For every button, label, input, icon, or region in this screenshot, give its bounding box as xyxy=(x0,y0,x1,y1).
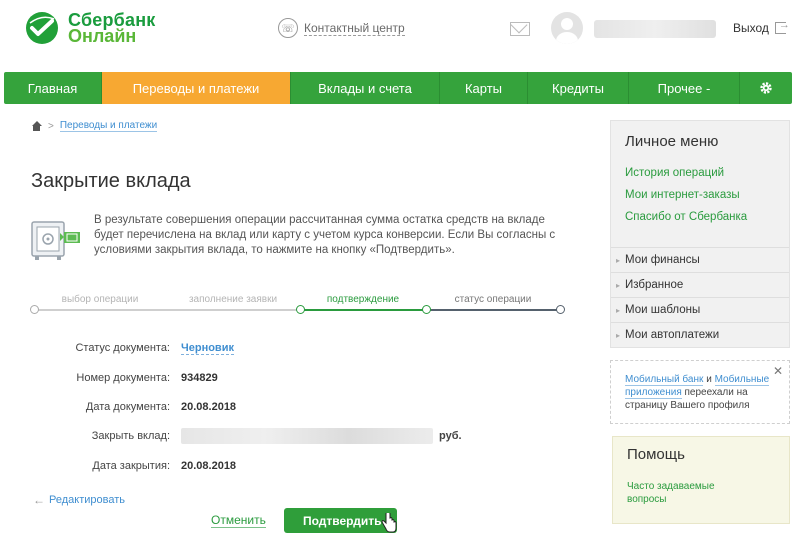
faq-link[interactable]: Часто задаваемые вопросы xyxy=(627,480,737,506)
mail-icon[interactable] xyxy=(510,22,530,36)
step-line-active xyxy=(300,309,426,311)
close-deposit-label: Закрыть вклад: xyxy=(91,430,170,442)
chevron-right-icon: ▸ xyxy=(616,255,621,265)
personal-menu-title: Личное меню xyxy=(625,133,719,150)
nav-item-main[interactable]: Главная xyxy=(4,72,102,104)
logout-button[interactable]: Выход xyxy=(733,19,790,35)
edit-link[interactable]: ← Редактировать xyxy=(33,493,125,507)
help-box: Помощь Часто задаваемые вопросы xyxy=(612,436,790,524)
mobile-bank-link[interactable]: Мобильный банк xyxy=(625,374,704,386)
link-history[interactable]: История операций xyxy=(625,167,724,179)
menu-item-favorites[interactable]: ▸ Избранное xyxy=(611,272,789,297)
step-dot-4 xyxy=(422,305,431,314)
breadcrumb-separator: > xyxy=(48,120,54,132)
nav-item-deposits[interactable]: Вклады и счета xyxy=(291,72,440,104)
notice-box: ✕ Мобильный банк и Мобильные приложения … xyxy=(610,360,790,424)
chevron-right-icon: ▸ xyxy=(616,305,621,315)
step-dot-3 xyxy=(296,305,305,314)
breadcrumb-link-transfers[interactable]: Переводы и платежи xyxy=(59,120,158,132)
logo-icon xyxy=(26,12,58,44)
arrow-left-icon: ← xyxy=(33,493,45,507)
username xyxy=(594,20,716,38)
notice-and: и xyxy=(706,374,712,385)
contact-center[interactable]: ☏ Контактный центр xyxy=(278,18,405,38)
cancel-button[interactable]: Отменить xyxy=(211,513,266,528)
chevron-right-icon: ▸ xyxy=(616,330,621,340)
confirm-label: Подтвердить xyxy=(303,513,382,528)
help-title: Помощь xyxy=(627,446,685,463)
safe-icon xyxy=(31,221,80,260)
closing-date-label: Дата закрытия: xyxy=(92,460,170,472)
nav-item-credits[interactable]: Кредиты xyxy=(528,72,629,104)
step-dot-end xyxy=(556,305,565,314)
contact-center-link[interactable]: Контактный центр xyxy=(304,21,405,36)
edit-label: Редактировать xyxy=(49,494,125,506)
date-label: Дата документа: xyxy=(85,401,170,413)
main-nav: Главная Переводы и платежи Вклады и счет… xyxy=(4,72,792,104)
logout-icon xyxy=(774,19,790,34)
step-dot-1 xyxy=(30,305,39,314)
currency-label: руб. xyxy=(439,430,462,442)
closing-date-value: 20.08.2018 xyxy=(181,460,237,472)
breadcrumb: > Переводы и платежи xyxy=(31,120,158,132)
status-value[interactable]: Черновик xyxy=(181,342,234,355)
number-value: 934829 xyxy=(181,372,218,384)
step-line-done xyxy=(34,309,300,311)
avatar-icon[interactable] xyxy=(551,12,583,44)
chevron-right-icon: ▸ xyxy=(616,280,621,290)
settings-button[interactable] xyxy=(740,72,792,104)
step-label-3: подтверждение xyxy=(326,294,400,305)
step-label-2: заполнение заявки xyxy=(188,294,278,305)
number-label: Номер документа: xyxy=(76,372,170,384)
step-label-4: статус операции xyxy=(454,294,532,305)
cursor-icon xyxy=(381,513,397,533)
phone-icon: ☏ xyxy=(278,18,298,38)
menu-item-finances[interactable]: ▸ Мои финансы xyxy=(611,247,789,272)
logo[interactable]: Сбербанк Онлайн xyxy=(24,10,156,46)
personal-menu: Личное меню История операций Мои интерне… xyxy=(610,120,790,348)
date-value: 20.08.2018 xyxy=(181,401,237,413)
link-spasibo[interactable]: Спасибо от Сбербанка xyxy=(625,211,747,223)
nav-item-transfers[interactable]: Переводы и платежи xyxy=(102,72,291,104)
menu-item-autopayments[interactable]: ▸ Мои автоплатежи xyxy=(611,322,789,347)
home-icon[interactable] xyxy=(31,121,42,131)
status-label: Статус документа: xyxy=(75,342,170,354)
nav-item-other[interactable]: Прочее - xyxy=(629,72,740,104)
nav-item-cards[interactable]: Карты xyxy=(440,72,528,104)
gear-icon xyxy=(760,82,772,94)
logout-label: Выход xyxy=(733,21,769,35)
deposit-selector[interactable] xyxy=(181,428,433,444)
step-line-next xyxy=(426,309,560,311)
step-label-1: выбор операции xyxy=(61,294,139,305)
menu-item-templates[interactable]: ▸ Мои шаблоны xyxy=(611,297,789,322)
page-title: Закрытие вклада xyxy=(31,170,191,192)
logo-line2: Онлайн xyxy=(68,26,137,46)
link-internet-orders[interactable]: Мои интернет-заказы xyxy=(625,189,740,201)
info-text: В результате совершения операции рассчит… xyxy=(94,214,556,256)
